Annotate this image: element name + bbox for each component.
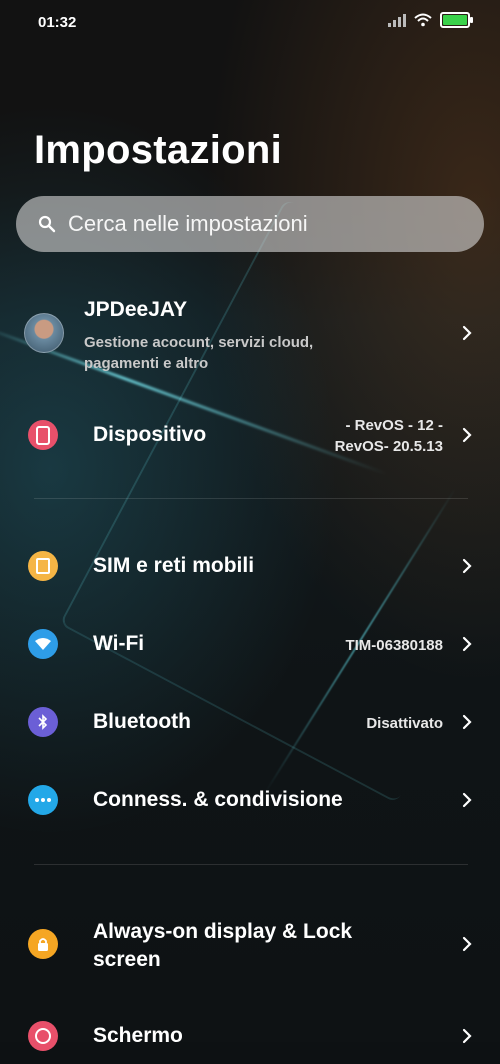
wifi-status-icon	[414, 13, 432, 27]
settings-item-label: SIM e reti mobili	[93, 554, 255, 577]
chevron-right-icon	[462, 427, 472, 443]
display-icon	[28, 1021, 58, 1051]
settings-item-sim[interactable]: SIM e reti mobili	[0, 538, 500, 594]
status-time: 01:32	[38, 14, 77, 31]
chevron-right-icon	[462, 792, 472, 808]
bluetooth-icon	[28, 707, 58, 737]
sim-icon	[28, 551, 58, 581]
phone-icon	[28, 420, 58, 450]
settings-item-label-line: screen	[93, 948, 161, 971]
settings-item-label: Wi-Fi	[93, 632, 145, 655]
settings-item-value-line: - RevOS - 12 -	[345, 417, 443, 434]
page-title: Impostazioni	[34, 128, 283, 172]
settings-item-bluetooth[interactable]: Bluetooth Disattivato	[0, 694, 500, 750]
settings-item-device[interactable]: Dispositivo - RevOS - 12 - RevOS- 20.5.1…	[0, 408, 500, 464]
account-subtitle-line: Gestione acocunt, servizi cloud,	[84, 334, 314, 351]
chevron-right-icon	[462, 936, 472, 952]
chevron-right-icon	[462, 558, 472, 574]
search-input[interactable]	[66, 210, 484, 238]
status-icons	[388, 12, 473, 28]
battery-fill	[443, 15, 467, 25]
section-divider	[34, 864, 468, 865]
connection-icon	[28, 785, 58, 815]
account-subtitle-line: pagamenti e altro	[84, 355, 209, 372]
settings-item-aod[interactable]: Always-on display & Lock screen	[0, 906, 500, 982]
settings-item-value-line: RevOS- 20.5.13	[334, 438, 443, 455]
settings-item-label: Schermo	[93, 1024, 183, 1047]
settings-item-display[interactable]: Schermo	[0, 1008, 500, 1064]
lock-icon	[28, 929, 58, 959]
battery-icon	[440, 12, 473, 28]
settings-item-value: Disattivato	[366, 715, 443, 732]
chevron-right-icon	[462, 636, 472, 652]
settings-item-label-line: Always-on display & Lock	[93, 920, 353, 943]
status-bar: 01:32	[0, 0, 500, 44]
settings-item-value: TIM-06380188	[345, 637, 443, 654]
settings-item-label: Conness. & condivisione	[93, 788, 343, 811]
section-divider	[34, 498, 468, 499]
wifi-icon	[28, 629, 58, 659]
account-subtitle: Gestione acocunt, servizi cloud, pagamen…	[84, 332, 313, 374]
chevron-right-icon	[462, 325, 472, 341]
account-name: JPDeeJAY	[84, 298, 188, 321]
settings-item-value: - RevOS - 12 - RevOS- 20.5.13	[335, 415, 443, 457]
settings-item-label: Always-on display & Lock screen	[93, 918, 352, 974]
chevron-right-icon	[462, 714, 472, 730]
search-bar[interactable]	[16, 196, 484, 252]
settings-item-label: Dispositivo	[93, 423, 207, 446]
settings-item-label: Bluetooth	[93, 710, 191, 733]
search-icon	[38, 215, 56, 233]
settings-item-wifi[interactable]: Wi-Fi TIM-06380188	[0, 616, 500, 672]
settings-item-connection[interactable]: Conness. & condivisione	[0, 772, 500, 828]
account-row[interactable]: JPDeeJAY Gestione acocunt, servizi cloud…	[0, 292, 500, 382]
avatar	[24, 313, 64, 353]
signal-icon	[388, 13, 406, 27]
